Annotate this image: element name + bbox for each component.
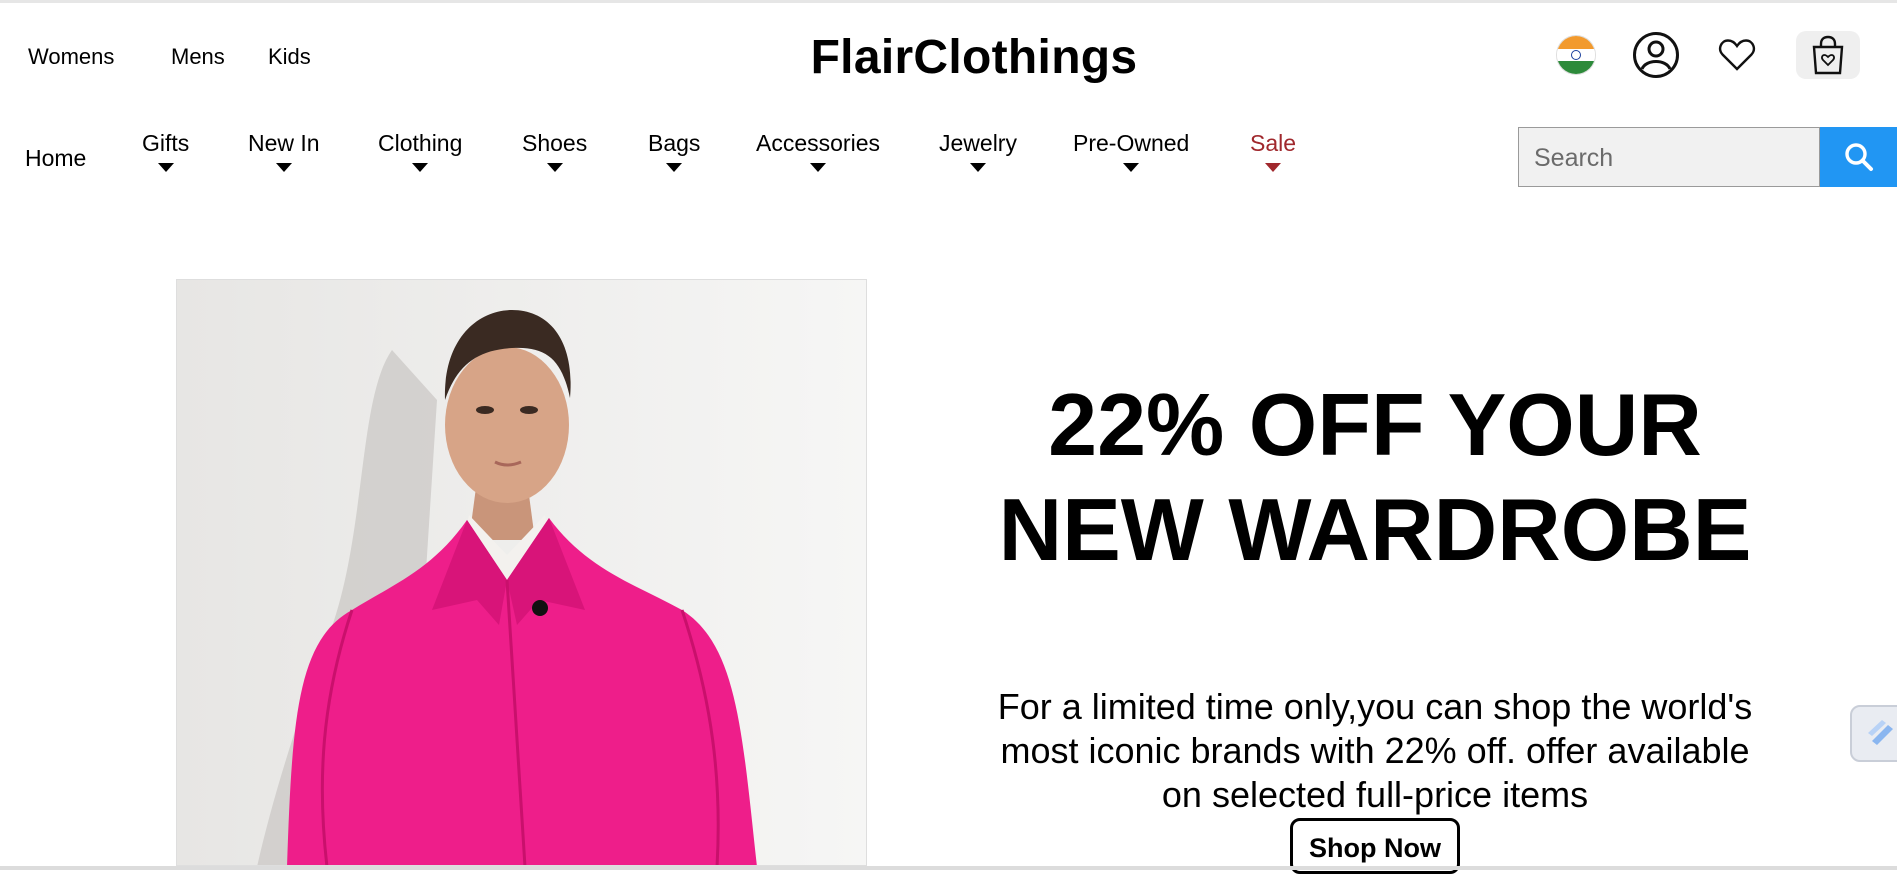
user-account-icon[interactable] — [1632, 31, 1680, 84]
nav-jewelry[interactable]: Jewelry — [939, 130, 1017, 172]
search-input[interactable]: Search — [1518, 127, 1820, 187]
hero-subtext: For a limited time only,you can shop the… — [997, 686, 1753, 815]
bottom-border — [0, 866, 1897, 870]
nav-label: Sale — [1250, 130, 1297, 156]
caret-down-icon — [275, 163, 292, 172]
caret-down-icon — [1123, 163, 1140, 172]
nav-label: Shoes — [522, 130, 588, 156]
floating-widget-icon[interactable] — [1850, 705, 1897, 762]
nav-shoes[interactable]: Shoes — [522, 130, 587, 172]
nav-label: Accessories — [756, 130, 880, 156]
hero-headline: 22% OFF YOUR NEW WARDROBE — [998, 375, 1752, 579]
caret-down-icon — [666, 163, 683, 172]
category-nav: Gifts New In Clothing Shoes Bags Accesso… — [0, 130, 1320, 190]
nav-label: Bags — [648, 130, 701, 156]
caret-down-icon — [809, 163, 826, 172]
india-flag-icon[interactable] — [1557, 36, 1595, 74]
search-placeholder: Search — [1534, 144, 1614, 172]
nav-clothing[interactable]: Clothing — [378, 130, 462, 172]
nav-label: New In — [248, 130, 320, 156]
shopping-bag-icon[interactable] — [1796, 31, 1860, 79]
caret-down-icon — [412, 163, 429, 172]
nav-label: Pre-Owned — [1073, 130, 1190, 156]
nav-label: Clothing — [378, 130, 463, 156]
nav-label: Gifts — [142, 130, 190, 156]
brand-logo[interactable]: FlairClothings — [0, 30, 1897, 85]
nav-sale[interactable]: Sale — [1250, 130, 1296, 172]
nav-gifts[interactable]: Gifts — [142, 130, 189, 172]
nav-accessories[interactable]: Accessories — [756, 130, 880, 172]
caret-down-icon — [157, 163, 174, 172]
search-button[interactable] — [1820, 127, 1897, 187]
caret-down-icon — [1265, 163, 1282, 172]
caret-down-icon — [546, 163, 563, 172]
nav-bags[interactable]: Bags — [648, 130, 700, 172]
nav-new-in[interactable]: New In — [248, 130, 320, 172]
heart-icon[interactable] — [1718, 38, 1756, 77]
hero-model-image — [176, 279, 867, 866]
caret-down-icon — [969, 163, 986, 172]
search-icon — [1844, 143, 1873, 171]
top-border — [0, 0, 1897, 3]
nav-label: Jewelry — [939, 130, 1017, 156]
nav-pre-owned[interactable]: Pre-Owned — [1073, 130, 1189, 172]
